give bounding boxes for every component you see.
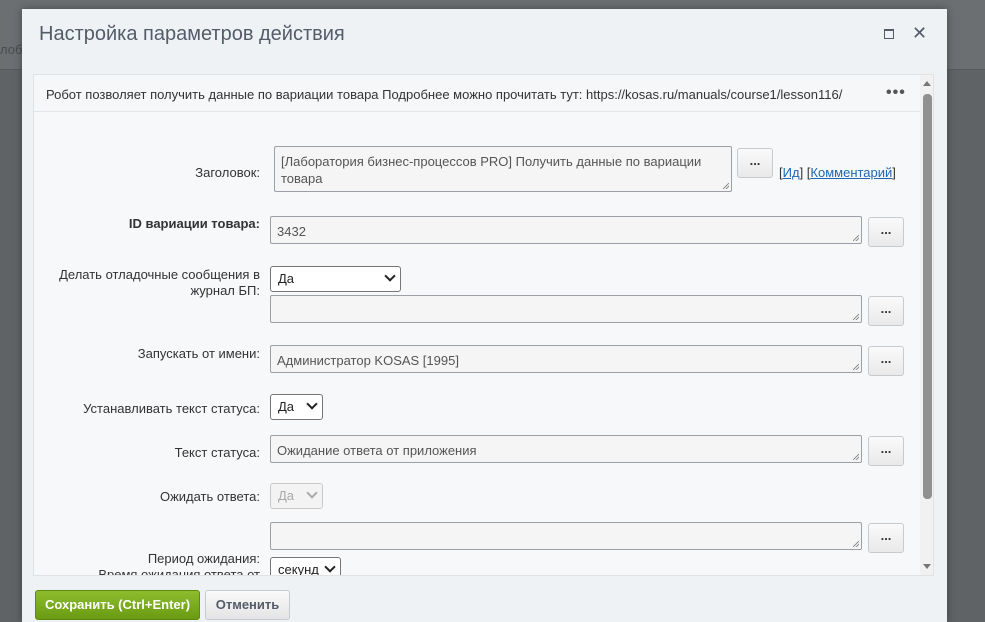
more-options-icon[interactable]: ••• xyxy=(886,84,906,102)
debug-dots-button[interactable]: ... xyxy=(868,296,904,326)
wait-response-select[interactable]: Да xyxy=(270,483,323,509)
description-text: Робот позволяет получить данные по вариа… xyxy=(46,87,843,102)
period-select-value: секунд xyxy=(278,562,319,576)
form-area: Заголовок: [Лаборатория бизнес-процессов… xyxy=(34,112,921,576)
description-row: Робот позволяет получить данные по вариа… xyxy=(34,75,921,112)
vertical-scrollbar[interactable] xyxy=(920,75,933,575)
link-bracket-close: ] xyxy=(892,165,896,180)
variation-id-dots-button[interactable]: ... xyxy=(868,217,904,247)
dialog-title: Настройка параметров действия xyxy=(39,23,345,45)
title-links: [Ид] [Комментарий] xyxy=(779,165,896,180)
set-status-select-value: Да xyxy=(278,399,295,414)
close-icon[interactable]: ✕ xyxy=(912,23,927,43)
action-settings-dialog: Настройка параметров действия ✕ Робот по… xyxy=(22,9,947,622)
debug-select-value: Да xyxy=(278,271,295,286)
chevron-down-icon xyxy=(324,561,336,573)
wait-response-select-value: Да xyxy=(278,488,295,503)
maximize-icon[interactable] xyxy=(884,29,894,39)
chevron-down-icon xyxy=(384,270,396,282)
chevron-down-icon xyxy=(306,398,318,410)
wait-response-label: Ожидать ответа: xyxy=(159,489,260,504)
debug-label: Делать отладочные сообщения в журнал БП: xyxy=(59,267,260,298)
run-as-input[interactable]: Администратор KOSAS [1995] xyxy=(270,345,862,373)
link-bracket-sep: ] [ xyxy=(799,165,811,180)
save-button[interactable]: Сохранить (Ctrl+Enter) xyxy=(35,590,200,620)
status-text-input[interactable]: Ожидание ответа от приложения xyxy=(270,435,862,463)
scroll-down-arrow-icon[interactable] xyxy=(923,564,931,569)
set-status-select[interactable]: Да xyxy=(270,394,323,420)
debug-text-input[interactable] xyxy=(270,295,862,323)
status-text-label: Текст статуса: xyxy=(174,445,260,460)
scroll-up-arrow-icon[interactable] xyxy=(923,81,931,86)
title-dots-button[interactable]: ... xyxy=(737,148,773,178)
chevron-down-icon xyxy=(306,487,318,499)
wait-dots-button[interactable]: ... xyxy=(868,523,904,553)
scroll-thumb[interactable] xyxy=(923,94,932,499)
debug-select[interactable]: Да xyxy=(270,266,401,292)
title-label: Заголовок: xyxy=(195,165,260,180)
cancel-button[interactable]: Отменить xyxy=(205,590,290,620)
comment-link[interactable]: Комментарий xyxy=(810,165,892,180)
id-link[interactable]: Ид xyxy=(783,165,800,180)
set-status-label: Устанавливать текст статуса: xyxy=(83,401,260,416)
dialog-content: Робот позволяет получить данные по вариа… xyxy=(33,74,934,576)
variation-id-input[interactable]: 3432 xyxy=(270,216,862,244)
run-as-label: Запускать от имени: xyxy=(137,346,260,361)
run-as-dots-button[interactable]: ... xyxy=(868,346,904,376)
wait-text-input[interactable] xyxy=(270,522,862,550)
background-text: лоб xyxy=(0,42,23,57)
timeout-label: Время ожидания ответа от xyxy=(98,567,260,576)
period-label: Период ожидания: xyxy=(147,551,260,566)
status-text-dots-button[interactable]: ... xyxy=(868,436,904,466)
variation-id-label: ID вариации товара: xyxy=(128,216,260,231)
period-select[interactable]: секунд xyxy=(270,557,341,576)
title-input[interactable]: [Лаборатория бизнес-процессов PRO] Получ… xyxy=(274,146,732,192)
